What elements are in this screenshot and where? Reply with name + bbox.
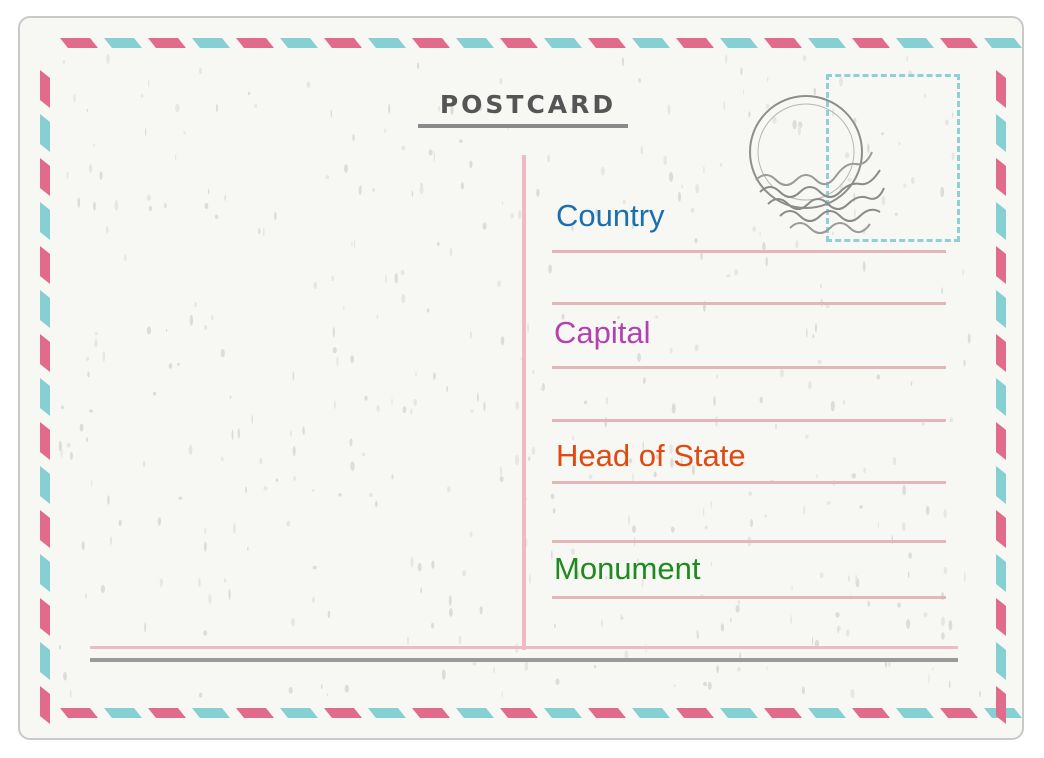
airmail-stripe (996, 642, 1006, 680)
airmail-stripe (984, 38, 1022, 48)
airmail-stripe (996, 554, 1006, 592)
airmail-stripe (104, 38, 142, 48)
airmail-stripe (500, 708, 538, 718)
airmail-stripe (456, 708, 494, 718)
field-line-monument (552, 596, 946, 599)
airmail-stripe (544, 708, 582, 718)
airmail-stripe (996, 510, 1006, 548)
airmail-stripe (996, 598, 1006, 636)
airmail-stripe (324, 38, 362, 48)
airmail-stripe (40, 290, 50, 328)
airmail-stripe (632, 38, 670, 48)
airmail-stripe (40, 70, 50, 108)
airmail-stripe (40, 378, 50, 416)
airmail-stripe (368, 38, 406, 48)
airmail-stripe (412, 38, 450, 48)
field-line-head-of-state (552, 481, 946, 484)
postcard-title: POSTCARD (439, 90, 617, 119)
airmail-stripe (40, 422, 50, 460)
airmail-stripe (940, 708, 978, 718)
postmark-icon (749, 95, 885, 234)
airmail-stripe (60, 38, 98, 48)
airmail-stripe (280, 708, 318, 718)
airmail-stripe (764, 708, 802, 718)
airmail-stripe (588, 708, 626, 718)
bottom-line-gray (90, 658, 958, 662)
airmail-stripe (60, 708, 98, 718)
airmail-stripe (40, 114, 50, 152)
airmail-stripe (40, 554, 50, 592)
airmail-stripe (996, 114, 1006, 152)
field-line-capital-2 (552, 419, 946, 422)
airmail-stripe (40, 510, 50, 548)
airmail-stripe (192, 38, 230, 48)
postcard-page: POSTCARD Country Capital Head of State M… (0, 0, 1044, 758)
airmail-stripe (40, 334, 50, 372)
airmail-stripe (40, 642, 50, 680)
field-line-country-2 (552, 302, 946, 305)
airmail-stripe (996, 246, 1006, 284)
title-underline (418, 124, 628, 128)
airmail-stripe (40, 686, 50, 724)
airmail-stripe (996, 422, 1006, 460)
airmail-stripe (40, 246, 50, 284)
airmail-stripe (456, 38, 494, 48)
airmail-stripe (40, 158, 50, 196)
field-label-country: Country (556, 198, 665, 233)
airmail-stripe (500, 38, 538, 48)
airmail-stripe (104, 708, 142, 718)
airmail-stripe (544, 38, 582, 48)
airmail-stripe (808, 708, 846, 718)
airmail-stripe (996, 202, 1006, 240)
field-label-capital: Capital (554, 315, 651, 350)
bottom-line-pink (90, 646, 958, 649)
airmail-stripe (368, 708, 406, 718)
airmail-stripe (852, 38, 890, 48)
airmail-stripe (632, 708, 670, 718)
airmail-stripe (40, 466, 50, 504)
airmail-stripe (676, 38, 714, 48)
airmail-stripe (996, 70, 1006, 108)
airmail-stripe (236, 708, 274, 718)
airmail-stripe (896, 708, 934, 718)
airmail-stripe (588, 38, 626, 48)
postcard: POSTCARD Country Capital Head of State M… (18, 16, 1024, 740)
airmail-stripe (148, 38, 186, 48)
airmail-stripe (236, 38, 274, 48)
field-line-head-of-state-2 (552, 540, 946, 543)
airmail-stripe (280, 38, 318, 48)
airmail-stripe (412, 708, 450, 718)
airmail-stripe (676, 708, 714, 718)
airmail-stripe (896, 38, 934, 48)
airmail-stripe (996, 290, 1006, 328)
airmail-stripe (996, 334, 1006, 372)
center-divider (522, 155, 526, 650)
field-line-country (552, 250, 946, 253)
airmail-stripe (996, 686, 1006, 724)
airmail-stripe (720, 708, 758, 718)
airmail-stripe (148, 708, 186, 718)
field-line-capital (552, 366, 946, 369)
airmail-stripe (852, 708, 890, 718)
airmail-stripe (940, 38, 978, 48)
airmail-stripe (808, 38, 846, 48)
airmail-stripe (996, 466, 1006, 504)
airmail-stripe (764, 38, 802, 48)
airmail-stripe (40, 598, 50, 636)
airmail-stripe (192, 708, 230, 718)
field-label-monument: Monument (554, 551, 701, 586)
airmail-stripe (996, 378, 1006, 416)
airmail-stripe (996, 158, 1006, 196)
field-label-head-of-state: Head of State (556, 438, 746, 473)
airmail-stripe (720, 38, 758, 48)
airmail-stripe (40, 202, 50, 240)
airmail-stripe (324, 708, 362, 718)
